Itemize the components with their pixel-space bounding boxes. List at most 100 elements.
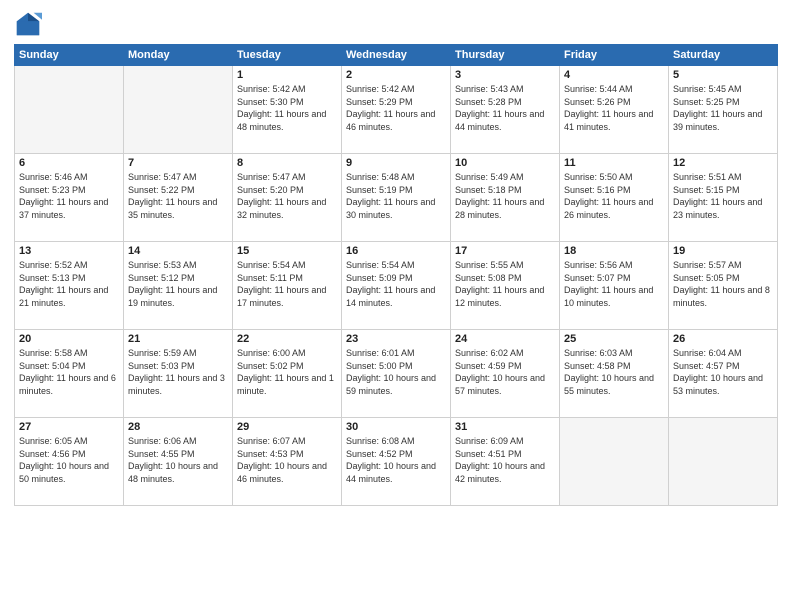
day-number: 24 [455, 333, 555, 345]
logo [14, 10, 44, 38]
day-number: 13 [19, 245, 119, 257]
calendar-cell: 5 Sunrise: 5:45 AMSunset: 5:25 PMDayligh… [669, 66, 778, 154]
cell-info: Sunrise: 6:07 AMSunset: 4:53 PMDaylight:… [237, 435, 337, 485]
day-number: 10 [455, 157, 555, 169]
calendar-cell [669, 418, 778, 506]
calendar-week-row: 1 Sunrise: 5:42 AMSunset: 5:30 PMDayligh… [15, 66, 778, 154]
cell-info: Sunrise: 6:04 AMSunset: 4:57 PMDaylight:… [673, 347, 773, 397]
cell-info: Sunrise: 5:54 AMSunset: 5:11 PMDaylight:… [237, 259, 337, 309]
calendar-cell: 27 Sunrise: 6:05 AMSunset: 4:56 PMDaylig… [15, 418, 124, 506]
day-number: 3 [455, 69, 555, 81]
cell-info: Sunrise: 5:44 AMSunset: 5:26 PMDaylight:… [564, 83, 664, 133]
cell-info: Sunrise: 5:50 AMSunset: 5:16 PMDaylight:… [564, 171, 664, 221]
calendar-cell: 10 Sunrise: 5:49 AMSunset: 5:18 PMDaylig… [451, 154, 560, 242]
day-number: 17 [455, 245, 555, 257]
calendar-cell: 15 Sunrise: 5:54 AMSunset: 5:11 PMDaylig… [233, 242, 342, 330]
day-number: 4 [564, 69, 664, 81]
day-number: 22 [237, 333, 337, 345]
day-number: 9 [346, 157, 446, 169]
day-number: 5 [673, 69, 773, 81]
cell-info: Sunrise: 5:43 AMSunset: 5:28 PMDaylight:… [455, 83, 555, 133]
calendar-cell: 6 Sunrise: 5:46 AMSunset: 5:23 PMDayligh… [15, 154, 124, 242]
calendar-cell [124, 66, 233, 154]
calendar-cell: 29 Sunrise: 6:07 AMSunset: 4:53 PMDaylig… [233, 418, 342, 506]
day-number: 28 [128, 421, 228, 433]
calendar-cell: 3 Sunrise: 5:43 AMSunset: 5:28 PMDayligh… [451, 66, 560, 154]
calendar-cell: 18 Sunrise: 5:56 AMSunset: 5:07 PMDaylig… [560, 242, 669, 330]
day-number: 29 [237, 421, 337, 433]
calendar-cell: 4 Sunrise: 5:44 AMSunset: 5:26 PMDayligh… [560, 66, 669, 154]
calendar-cell: 25 Sunrise: 6:03 AMSunset: 4:58 PMDaylig… [560, 330, 669, 418]
cell-info: Sunrise: 5:55 AMSunset: 5:08 PMDaylight:… [455, 259, 555, 309]
cell-info: Sunrise: 5:58 AMSunset: 5:04 PMDaylight:… [19, 347, 119, 397]
day-number: 23 [346, 333, 446, 345]
cell-info: Sunrise: 5:47 AMSunset: 5:20 PMDaylight:… [237, 171, 337, 221]
day-number: 21 [128, 333, 228, 345]
calendar-cell: 14 Sunrise: 5:53 AMSunset: 5:12 PMDaylig… [124, 242, 233, 330]
calendar-cell: 8 Sunrise: 5:47 AMSunset: 5:20 PMDayligh… [233, 154, 342, 242]
calendar-cell: 22 Sunrise: 6:00 AMSunset: 5:02 PMDaylig… [233, 330, 342, 418]
cell-info: Sunrise: 5:51 AMSunset: 5:15 PMDaylight:… [673, 171, 773, 221]
weekday-header: Sunday [15, 45, 124, 66]
day-number: 25 [564, 333, 664, 345]
weekday-header: Saturday [669, 45, 778, 66]
cell-info: Sunrise: 5:52 AMSunset: 5:13 PMDaylight:… [19, 259, 119, 309]
header [14, 10, 778, 38]
cell-info: Sunrise: 5:45 AMSunset: 5:25 PMDaylight:… [673, 83, 773, 133]
calendar-week-row: 27 Sunrise: 6:05 AMSunset: 4:56 PMDaylig… [15, 418, 778, 506]
day-number: 26 [673, 333, 773, 345]
calendar-cell: 26 Sunrise: 6:04 AMSunset: 4:57 PMDaylig… [669, 330, 778, 418]
cell-info: Sunrise: 5:48 AMSunset: 5:19 PMDaylight:… [346, 171, 446, 221]
page-container: SundayMondayTuesdayWednesdayThursdayFrid… [0, 0, 792, 612]
day-number: 18 [564, 245, 664, 257]
day-number: 20 [19, 333, 119, 345]
day-number: 11 [564, 157, 664, 169]
calendar-cell: 1 Sunrise: 5:42 AMSunset: 5:30 PMDayligh… [233, 66, 342, 154]
cell-info: Sunrise: 5:42 AMSunset: 5:30 PMDaylight:… [237, 83, 337, 133]
day-number: 15 [237, 245, 337, 257]
day-number: 12 [673, 157, 773, 169]
cell-info: Sunrise: 6:03 AMSunset: 4:58 PMDaylight:… [564, 347, 664, 397]
calendar-header-row: SundayMondayTuesdayWednesdayThursdayFrid… [15, 45, 778, 66]
cell-info: Sunrise: 6:08 AMSunset: 4:52 PMDaylight:… [346, 435, 446, 485]
calendar-table: SundayMondayTuesdayWednesdayThursdayFrid… [14, 44, 778, 506]
calendar-cell: 17 Sunrise: 5:55 AMSunset: 5:08 PMDaylig… [451, 242, 560, 330]
calendar-week-row: 6 Sunrise: 5:46 AMSunset: 5:23 PMDayligh… [15, 154, 778, 242]
calendar-cell: 23 Sunrise: 6:01 AMSunset: 5:00 PMDaylig… [342, 330, 451, 418]
weekday-header: Monday [124, 45, 233, 66]
cell-info: Sunrise: 6:05 AMSunset: 4:56 PMDaylight:… [19, 435, 119, 485]
calendar-cell: 11 Sunrise: 5:50 AMSunset: 5:16 PMDaylig… [560, 154, 669, 242]
cell-info: Sunrise: 6:02 AMSunset: 4:59 PMDaylight:… [455, 347, 555, 397]
calendar-cell: 16 Sunrise: 5:54 AMSunset: 5:09 PMDaylig… [342, 242, 451, 330]
day-number: 6 [19, 157, 119, 169]
cell-info: Sunrise: 5:47 AMSunset: 5:22 PMDaylight:… [128, 171, 228, 221]
calendar-cell: 30 Sunrise: 6:08 AMSunset: 4:52 PMDaylig… [342, 418, 451, 506]
calendar-cell [560, 418, 669, 506]
day-number: 7 [128, 157, 228, 169]
day-number: 2 [346, 69, 446, 81]
cell-info: Sunrise: 5:53 AMSunset: 5:12 PMDaylight:… [128, 259, 228, 309]
cell-info: Sunrise: 5:49 AMSunset: 5:18 PMDaylight:… [455, 171, 555, 221]
cell-info: Sunrise: 5:56 AMSunset: 5:07 PMDaylight:… [564, 259, 664, 309]
day-number: 1 [237, 69, 337, 81]
calendar-cell: 24 Sunrise: 6:02 AMSunset: 4:59 PMDaylig… [451, 330, 560, 418]
cell-info: Sunrise: 5:57 AMSunset: 5:05 PMDaylight:… [673, 259, 773, 309]
cell-info: Sunrise: 6:06 AMSunset: 4:55 PMDaylight:… [128, 435, 228, 485]
day-number: 16 [346, 245, 446, 257]
calendar-week-row: 13 Sunrise: 5:52 AMSunset: 5:13 PMDaylig… [15, 242, 778, 330]
cell-info: Sunrise: 5:54 AMSunset: 5:09 PMDaylight:… [346, 259, 446, 309]
calendar-cell: 9 Sunrise: 5:48 AMSunset: 5:19 PMDayligh… [342, 154, 451, 242]
day-number: 27 [19, 421, 119, 433]
cell-info: Sunrise: 5:46 AMSunset: 5:23 PMDaylight:… [19, 171, 119, 221]
day-number: 19 [673, 245, 773, 257]
calendar-cell: 31 Sunrise: 6:09 AMSunset: 4:51 PMDaylig… [451, 418, 560, 506]
day-number: 14 [128, 245, 228, 257]
calendar-cell: 19 Sunrise: 5:57 AMSunset: 5:05 PMDaylig… [669, 242, 778, 330]
cell-info: Sunrise: 5:59 AMSunset: 5:03 PMDaylight:… [128, 347, 228, 397]
calendar-cell: 13 Sunrise: 5:52 AMSunset: 5:13 PMDaylig… [15, 242, 124, 330]
day-number: 30 [346, 421, 446, 433]
weekday-header: Tuesday [233, 45, 342, 66]
calendar-cell [15, 66, 124, 154]
calendar-cell: 7 Sunrise: 5:47 AMSunset: 5:22 PMDayligh… [124, 154, 233, 242]
calendar-week-row: 20 Sunrise: 5:58 AMSunset: 5:04 PMDaylig… [15, 330, 778, 418]
